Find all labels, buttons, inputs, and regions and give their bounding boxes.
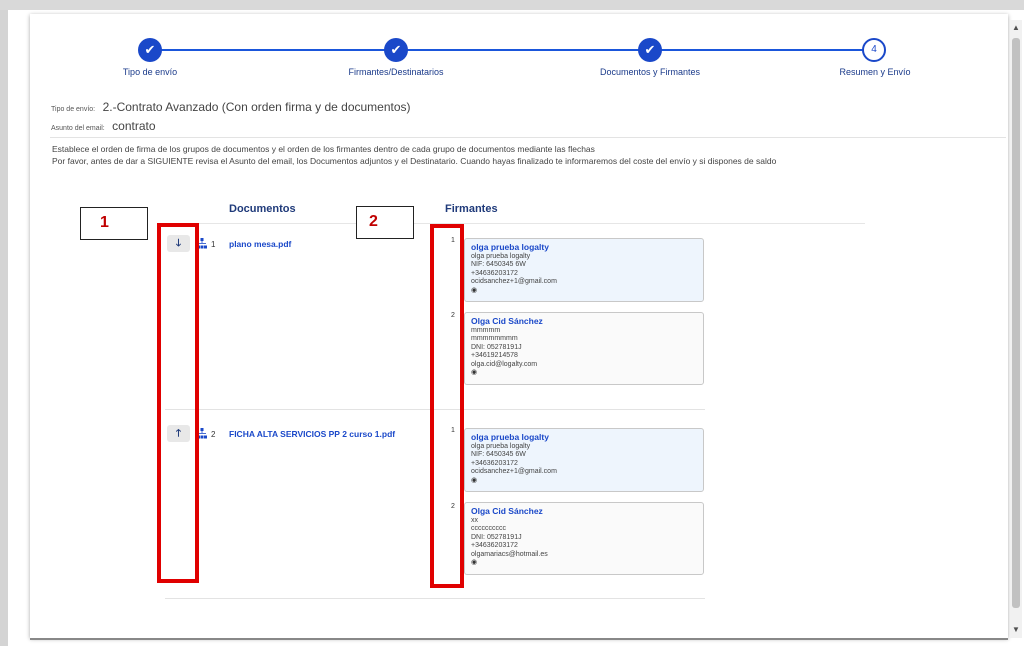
summary-divider bbox=[50, 137, 1006, 138]
panel-bottom-border bbox=[30, 638, 1008, 640]
annotation-label-1: 1 bbox=[80, 207, 148, 240]
signer-detail: mmmmmmmm bbox=[471, 335, 518, 343]
summary-panel: ✔ Tipo de envío ✔ Firmantes/Destinatario… bbox=[30, 14, 1008, 638]
instruction-line-1: Establece el orden de firma de los grupo… bbox=[52, 144, 595, 154]
send-type-row: Tipo de envío: 2.-Contrato Avanzado (Con… bbox=[51, 98, 411, 116]
eye-icon[interactable]: ◉ bbox=[471, 559, 697, 567]
signer-name: olga prueba logalty bbox=[471, 242, 549, 252]
send-type-label: Tipo de envío: bbox=[51, 106, 96, 113]
eye-icon[interactable]: ◉ bbox=[471, 287, 697, 295]
signer-detail: olga prueba logalty bbox=[471, 253, 531, 260]
scroll-up-arrow-icon[interactable]: ▲ bbox=[1010, 22, 1022, 34]
stepper-progress-line bbox=[157, 49, 877, 51]
wizard-stepper: ✔ Tipo de envío ✔ Firmantes/Destinatario… bbox=[30, 14, 1008, 84]
step-3-check-icon[interactable]: ✔ bbox=[638, 38, 662, 62]
annotation-highlight-order bbox=[430, 224, 464, 588]
signer-id: DNI: 05278191J bbox=[471, 533, 522, 541]
signer-phone: +34619214578 bbox=[471, 352, 518, 360]
signer-id: NIF: 6450345 6W bbox=[471, 451, 526, 459]
signer-name: olga prueba logalty bbox=[471, 432, 549, 442]
signer-email: ocidsanchez+1@gmail.com bbox=[471, 468, 557, 476]
signer-phone: +34636203172 bbox=[471, 269, 518, 277]
step-2-label[interactable]: Firmantes/Destinatarios bbox=[348, 67, 443, 77]
email-subject-row: Asunto del email: contrato bbox=[51, 117, 156, 135]
scroll-down-arrow-icon[interactable]: ▼ bbox=[1010, 624, 1022, 636]
group-divider bbox=[165, 598, 705, 599]
signer-card[interactable]: Olga Cid Sánchez xx cccccccccc DNI: 0527… bbox=[464, 502, 704, 575]
instruction-line-2: Por favor, antes de dar a SIGUIENTE revi… bbox=[52, 156, 777, 166]
signer-email: ocidsanchez+1@gmail.com bbox=[471, 278, 557, 286]
step-1-label[interactable]: Tipo de envío bbox=[123, 67, 177, 77]
signers-column-header: Firmantes bbox=[445, 203, 498, 215]
step-2-check-icon[interactable]: ✔ bbox=[384, 38, 408, 62]
signer-card[interactable]: olga prueba logalty olga prueba logalty … bbox=[464, 428, 704, 492]
eye-icon[interactable]: ◉ bbox=[471, 477, 697, 485]
signer-detail: xx bbox=[471, 517, 478, 524]
document-order-number: 2 bbox=[211, 430, 216, 439]
documents-column-header: Documentos bbox=[229, 203, 296, 215]
step-1-check-icon[interactable]: ✔ bbox=[138, 38, 162, 62]
vertical-scrollbar[interactable]: ▲ ▼ bbox=[1010, 20, 1022, 638]
signer-email: olga.cid@logalty.com bbox=[471, 360, 538, 368]
scrollbar-thumb[interactable] bbox=[1012, 38, 1020, 608]
step-4-current-indicator[interactable]: 4 bbox=[862, 38, 886, 62]
document-order-number: 1 bbox=[211, 240, 216, 249]
window-top-border bbox=[0, 0, 1024, 10]
email-subject-label: Asunto del email: bbox=[51, 125, 105, 132]
signer-detail: olga prueba logalty bbox=[471, 443, 531, 450]
annotation-label-2: 2 bbox=[356, 206, 414, 239]
eye-icon[interactable]: ◉ bbox=[471, 369, 697, 377]
window-left-border bbox=[0, 10, 8, 646]
step-4-label[interactable]: Resumen y Envío bbox=[839, 67, 910, 77]
signer-detail: mmmmm bbox=[471, 327, 501, 334]
step-3-label[interactable]: Documentos y Firmantes bbox=[600, 67, 700, 77]
signer-id: DNI: 05278191J bbox=[471, 343, 522, 351]
signer-phone: +34636203172 bbox=[471, 459, 518, 467]
header-divider bbox=[165, 223, 865, 224]
signer-name: Olga Cid Sánchez bbox=[471, 506, 543, 516]
signer-name: Olga Cid Sánchez bbox=[471, 316, 543, 326]
annotation-highlight-arrows bbox=[157, 223, 199, 583]
signer-email: olgamariacs@hotmail.es bbox=[471, 550, 548, 558]
signer-card[interactable]: olga prueba logalty olga prueba logalty … bbox=[464, 238, 704, 302]
email-subject-value: contrato bbox=[112, 119, 156, 133]
send-type-value: 2.-Contrato Avanzado (Con orden firma y … bbox=[102, 100, 411, 114]
signer-card[interactable]: Olga Cid Sánchez mmmmm mmmmmmmm DNI: 052… bbox=[464, 312, 704, 385]
signer-phone: +34636203172 bbox=[471, 542, 518, 550]
document-link[interactable]: FICHA ALTA SERVICIOS PP 2 curso 1.pdf bbox=[229, 429, 395, 439]
signer-id: NIF: 6450345 6W bbox=[471, 261, 526, 269]
signer-detail: cccccccccc bbox=[471, 525, 506, 533]
document-link[interactable]: plano mesa.pdf bbox=[229, 239, 291, 249]
